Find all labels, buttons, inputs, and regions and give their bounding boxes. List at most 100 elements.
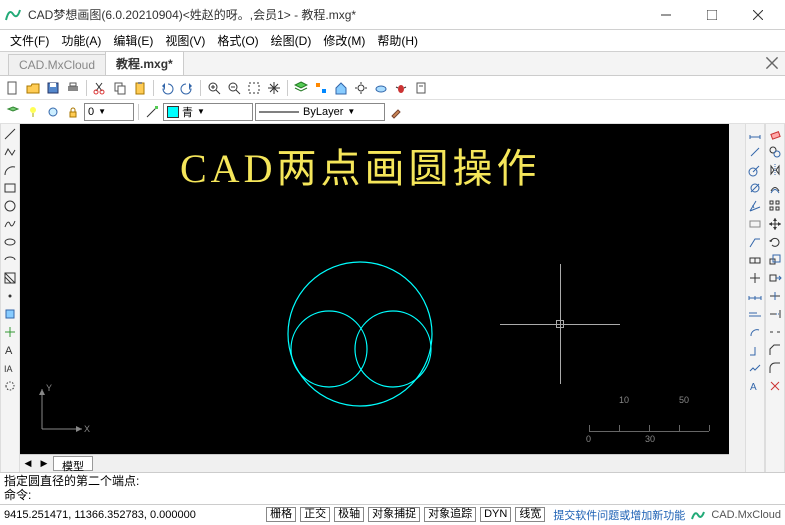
blocks-icon[interactable] [312,79,330,97]
dim-angle-icon[interactable] [747,198,763,214]
model-tab[interactable]: 模型 [53,456,93,471]
erase-icon[interactable] [767,126,783,142]
spline-icon[interactable] [2,216,18,232]
explode-icon[interactable] [767,378,783,394]
close-button[interactable] [735,0,781,30]
layer-manager-icon[interactable] [4,103,22,121]
point-icon[interactable] [2,288,18,304]
new-icon[interactable] [4,79,22,97]
revision-icon[interactable] [2,378,18,394]
feedback-link[interactable]: 提交软件问题或增加新功能 [553,507,685,523]
tab-cloud[interactable]: CAD.MxCloud [8,54,106,75]
rotate-icon[interactable] [767,234,783,250]
match-icon[interactable] [143,103,161,121]
dim-diameter-icon[interactable] [747,180,763,196]
settings-icon[interactable] [352,79,370,97]
hatch-icon[interactable] [2,270,18,286]
layer-dropdown[interactable]: 0 ▼ [84,103,134,121]
chamfer-icon[interactable] [767,342,783,358]
block-icon[interactable] [2,306,18,322]
doc-icon[interactable] [412,79,430,97]
ellipse-icon[interactable] [2,234,18,250]
tab-close-icon[interactable] [765,56,779,70]
move-icon[interactable] [767,216,783,232]
minimize-button[interactable] [643,0,689,30]
dim-aligned-icon[interactable] [747,144,763,160]
circle-icon[interactable] [2,198,18,214]
insert-icon[interactable] [2,324,18,340]
leader-icon[interactable] [747,234,763,250]
break-icon[interactable] [767,324,783,340]
offset-icon[interactable] [767,180,783,196]
linetype-dropdown[interactable]: ByLayer ▼ [255,103,385,121]
menu-edit[interactable]: 编辑(E) [107,30,159,51]
tab-scroll-right-icon[interactable]: ▶ [36,455,52,472]
cut-icon[interactable] [91,79,109,97]
arc-length-icon[interactable] [747,324,763,340]
vscrollbar[interactable] [729,124,745,472]
zoom-window-icon[interactable] [245,79,263,97]
zoom-out-icon[interactable] [225,79,243,97]
home-icon[interactable] [332,79,350,97]
brush-icon[interactable] [387,103,405,121]
maximize-button[interactable] [689,0,735,30]
menu-format[interactable]: 格式(O) [211,30,264,51]
print-icon[interactable] [64,79,82,97]
status-ortho[interactable]: 正交 [300,507,330,522]
menu-help[interactable]: 帮助(H) [371,30,424,51]
scale-icon[interactable] [767,252,783,268]
ellipse-arc-icon[interactable] [2,252,18,268]
polyline-icon[interactable] [2,144,18,160]
dim-continue-icon[interactable] [747,288,763,304]
save-icon[interactable] [44,79,62,97]
rect-icon[interactable] [2,180,18,196]
undo-icon[interactable] [158,79,176,97]
layer-on-icon[interactable] [24,103,42,121]
zoom-in-icon[interactable] [205,79,223,97]
menu-draw[interactable]: 绘图(D) [265,30,318,51]
bug-icon[interactable] [392,79,410,97]
status-lwt[interactable]: 线宽 [515,507,545,522]
tab-tutorial[interactable]: 教程.mxg* [105,51,184,75]
drawing-canvas[interactable]: CAD两点画圆操作 Y X [20,124,729,454]
menu-function[interactable]: 功能(A) [55,30,107,51]
status-dyn[interactable]: DYN [480,507,511,522]
trim-icon[interactable] [767,288,783,304]
status-grid[interactable]: 栅格 [266,507,296,522]
paste-icon[interactable] [131,79,149,97]
menu-file[interactable]: 文件(F) [4,30,55,51]
dim-radius-icon[interactable] [747,162,763,178]
text-icon[interactable]: A [2,342,18,358]
open-icon[interactable] [24,79,42,97]
extend-icon[interactable] [767,306,783,322]
marker-icon[interactable] [747,270,763,286]
line-icon[interactable] [2,126,18,142]
pan-icon[interactable] [265,79,283,97]
layer-freeze-icon[interactable] [44,103,62,121]
dim-style-icon[interactable] [747,216,763,232]
command-line[interactable]: 指定圆直径的第二个端点: 命令: [0,472,785,504]
mtext-icon[interactable]: IA [2,360,18,376]
tab-scroll-left-icon[interactable]: ◀ [20,455,36,472]
fillet-icon[interactable] [767,360,783,376]
array-icon[interactable] [767,198,783,214]
layer-lock-icon[interactable] [64,103,82,121]
menu-view[interactable]: 视图(V) [159,30,211,51]
cloud-icon[interactable] [372,79,390,97]
menu-modify[interactable]: 修改(M) [317,30,371,51]
jog-icon[interactable] [747,360,763,376]
dim-linear-icon[interactable] [747,126,763,142]
redo-icon[interactable] [178,79,196,97]
mirror-icon[interactable] [767,162,783,178]
stretch-icon[interactable] [767,270,783,286]
status-polar[interactable]: 极轴 [334,507,364,522]
status-otrack[interactable]: 对象追踪 [424,507,476,522]
dim-baseline-icon[interactable] [747,306,763,322]
color-dropdown[interactable]: 青 ▼ [163,103,253,121]
copy-icon[interactable] [111,79,129,97]
status-osnap[interactable]: 对象捕捉 [368,507,420,522]
tolerance-icon[interactable] [747,252,763,268]
ordinate-icon[interactable] [747,342,763,358]
copy-obj-icon[interactable] [767,144,783,160]
dim-edit-icon[interactable]: A [747,378,763,394]
